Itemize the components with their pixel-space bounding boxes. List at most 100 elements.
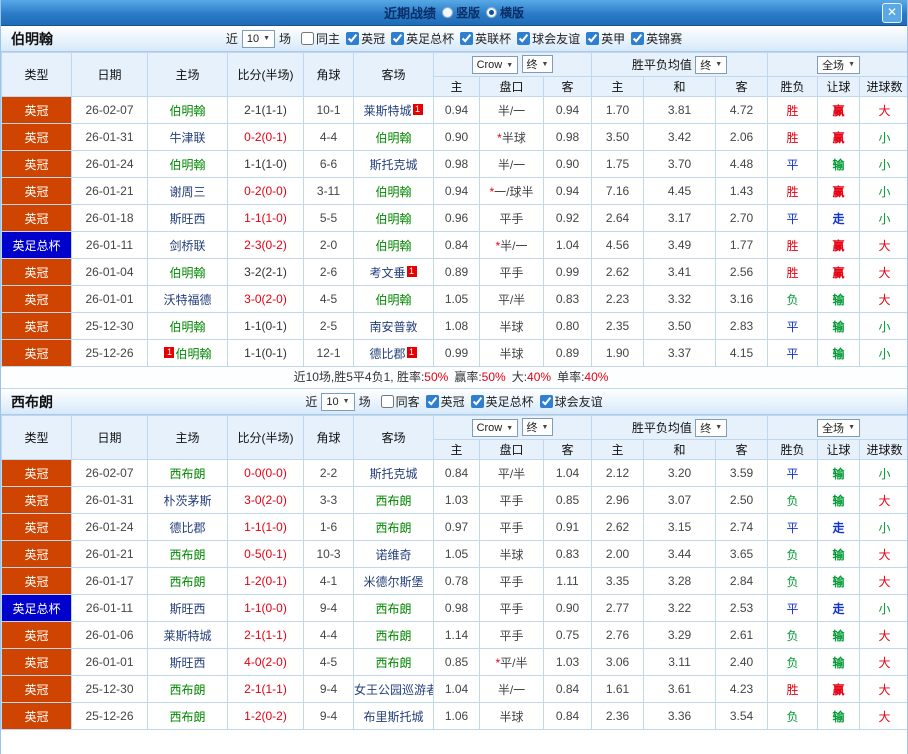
date-cell: 26-01-01	[71, 285, 148, 313]
team-link[interactable]: 伯明翰	[169, 320, 205, 334]
fullmatch-select[interactable]: 全场 ▼	[817, 55, 860, 74]
away-odds-cell: 0.75	[542, 621, 593, 649]
team-link[interactable]: 谢周三	[169, 185, 205, 199]
team-link[interactable]: 莱斯特城	[163, 629, 211, 643]
away-team-cell: 西布朗	[353, 486, 434, 514]
checkbox-input[interactable]	[380, 394, 394, 408]
team-link[interactable]: 伯明翰	[169, 266, 205, 280]
avg-final-select[interactable]: 终 ▼	[695, 418, 728, 437]
away-team-cell: 斯托克城	[353, 150, 434, 178]
filter-checkbox[interactable]: 英冠	[425, 393, 465, 410]
filter-checkbox[interactable]: 英甲	[586, 30, 625, 47]
recent-label: 近	[225, 32, 238, 46]
goals-cell: 小	[859, 513, 907, 541]
checkbox-input[interactable]	[391, 31, 405, 45]
avg-home-cell: 2.96	[591, 486, 645, 514]
team-link[interactable]: 西布朗	[169, 683, 205, 697]
team-link[interactable]: 伯明翰	[169, 104, 205, 118]
checkbox-input[interactable]	[586, 31, 600, 45]
team-link[interactable]: 西布朗	[169, 467, 205, 481]
filter-checkbox[interactable]: 球会友谊	[539, 393, 603, 410]
col-header-corner: 角球	[303, 415, 354, 460]
filter-checkbox[interactable]: 英锦赛	[631, 30, 682, 47]
team-link[interactable]: 南安普敦	[369, 320, 417, 334]
odds-source-select[interactable]: Crow ▼	[471, 56, 519, 74]
checkbox-input[interactable]	[346, 31, 360, 45]
filter-checkbox[interactable]: 英足总杯	[391, 30, 454, 47]
team-link[interactable]: 斯旺西	[169, 656, 205, 670]
team-link[interactable]: 诺维奇	[375, 548, 411, 562]
avg-draw-cell: 4.45	[643, 177, 717, 205]
filter-checkbox[interactable]: 球会友谊	[517, 30, 580, 47]
result-cell: 负	[767, 285, 819, 313]
result-group-header: 全场 ▼	[767, 52, 907, 77]
handicap-cell: 半球	[479, 312, 544, 340]
result-cell: 胜	[767, 177, 819, 205]
team-link[interactable]: 沃特福德	[163, 293, 211, 307]
red-card-badge: 1	[412, 103, 423, 115]
team-link[interactable]: 牛津联	[169, 131, 205, 145]
team-link[interactable]: 伯明翰	[169, 158, 205, 172]
layout-radio-vertical[interactable]: 竖版	[441, 4, 480, 21]
team-link[interactable]: 斯托克城	[369, 467, 417, 481]
filter-checkbox[interactable]: 同客	[380, 393, 420, 410]
team-link[interactable]: 伯明翰	[375, 239, 411, 253]
team-link[interactable]: 女王公园巡游者	[355, 683, 433, 697]
avg-away-cell: 3.54	[715, 702, 769, 730]
team-link[interactable]: 斯旺西	[169, 212, 205, 226]
filter-checkbox[interactable]: 英足总杯	[470, 393, 534, 410]
checkbox-input[interactable]	[425, 394, 439, 408]
filter-checkbox[interactable]: 英联杯	[460, 30, 511, 47]
handicap-result-cell: 走	[817, 204, 861, 232]
away-odds-cell: 0.84	[542, 675, 593, 703]
team-link[interactable]: 伯明翰	[375, 293, 411, 307]
checkbox-input[interactable]	[460, 31, 474, 45]
away-team-cell: 斯托克城	[353, 459, 434, 487]
team-link[interactable]: 莱斯特城	[363, 104, 411, 118]
filter-checkbox[interactable]: 英冠	[346, 30, 385, 47]
team-link[interactable]: 伯明翰	[175, 347, 211, 361]
corners-cell: 3-11	[303, 177, 354, 205]
home-team-cell: 沃特福德	[147, 285, 228, 313]
close-icon[interactable]: ✕	[882, 3, 902, 23]
checkbox-input[interactable]	[631, 31, 645, 45]
team-link[interactable]: 西布朗	[169, 548, 205, 562]
team-link[interactable]: 西布朗	[375, 629, 411, 643]
team-link[interactable]: 西布朗	[375, 656, 411, 670]
team-link[interactable]: 西布朗	[169, 710, 205, 724]
odds-source-select[interactable]: Crow ▼	[471, 419, 519, 437]
fullmatch-select[interactable]: 全场 ▼	[817, 418, 860, 437]
team-link[interactable]: 西布朗	[375, 602, 411, 616]
team-link[interactable]: 西布朗	[375, 494, 411, 508]
team-link[interactable]: 斯托克城	[369, 158, 417, 172]
odds-final-select[interactable]: 终 ▼	[521, 418, 554, 436]
team-link[interactable]: 考文垂	[369, 266, 405, 280]
layout-radio-horizontal[interactable]: 横版	[486, 4, 524, 21]
away-team-cell: 西布朗	[353, 648, 434, 676]
team-link[interactable]: 剑桥联	[169, 239, 205, 253]
team-link[interactable]: 米德尔斯堡	[363, 575, 423, 589]
avg-away-cell: 2.06	[715, 123, 769, 151]
team-link[interactable]: 斯旺西	[169, 602, 205, 616]
recent-count-select[interactable]: 10 ▼	[321, 392, 355, 411]
avg-final-select[interactable]: 终 ▼	[695, 55, 728, 74]
checkbox-input[interactable]	[539, 394, 553, 408]
home-odds-cell: 1.06	[433, 702, 480, 730]
team-link[interactable]: 西布朗	[169, 575, 205, 589]
team-link[interactable]: 伯明翰	[375, 131, 411, 145]
team-link[interactable]: 布里斯托城	[363, 710, 423, 724]
team-link[interactable]: 伯明翰	[375, 185, 411, 199]
away-odds-cell: 0.90	[542, 150, 593, 178]
team-link[interactable]: 德比郡	[169, 521, 205, 535]
team-link[interactable]: 西布朗	[375, 521, 411, 535]
odds-final-select[interactable]: 终 ▼	[521, 55, 554, 73]
checkbox-input[interactable]	[517, 31, 531, 45]
handicap-result-cell: 赢	[817, 177, 861, 205]
checkbox-input[interactable]	[470, 394, 484, 408]
filter-checkbox[interactable]: 同主	[301, 30, 340, 47]
recent-count-select[interactable]: 10 ▼	[241, 29, 276, 48]
team-link[interactable]: 朴茨茅斯	[163, 494, 211, 508]
team-link[interactable]: 德比郡	[369, 347, 405, 361]
checkbox-input[interactable]	[301, 31, 315, 45]
team-link[interactable]: 伯明翰	[375, 212, 411, 226]
